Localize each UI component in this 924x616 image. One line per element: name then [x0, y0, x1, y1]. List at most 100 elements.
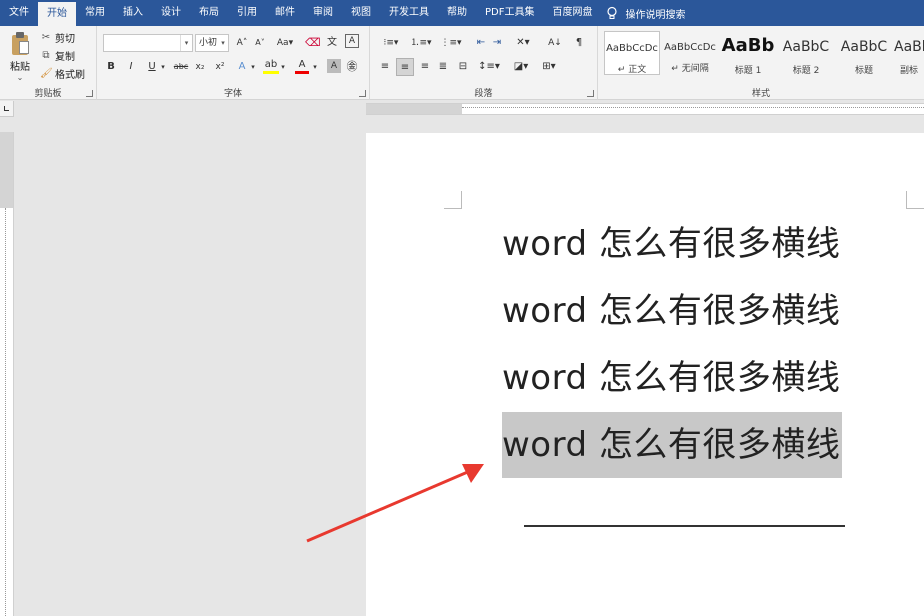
borders-icon[interactable]: ⊞▾	[538, 58, 560, 76]
vertical-ruler[interactable]	[0, 132, 14, 616]
style-name: 标题	[854, 66, 873, 76]
styles-group-label: 样式	[751, 89, 770, 99]
sort-icon[interactable]: A↓	[548, 34, 562, 52]
horizontal-ruler[interactable]	[366, 103, 924, 115]
menu-pdf-tools[interactable]: PDF工具集	[476, 0, 543, 26]
font-group: ▾ 小初 ▾ A˄ A˅ Aa▾ ⌫ 文 A B I U ▾ abc x₂ x²…	[97, 26, 370, 100]
document-line[interactable]: word 怎么有很多横线	[502, 345, 840, 411]
document-line-selected[interactable]: word 怎么有很多横线	[502, 412, 843, 478]
menu-file[interactable]: 文件	[0, 0, 38, 26]
dialog-launcher-icon[interactable]	[86, 90, 93, 97]
font-color-icon[interactable]: A	[295, 58, 309, 74]
italic-icon[interactable]: I	[125, 58, 137, 76]
menu-common[interactable]: 常用	[76, 0, 114, 26]
style-sample: AaBbCcDc	[606, 43, 658, 54]
style-sample: AaBb	[894, 39, 924, 55]
clipboard-group: 粘贴 ⌄ ✂ 剪切 ⧉ 复制 🖌 格式刷 剪贴板	[0, 26, 97, 100]
menu-design[interactable]: 设计	[152, 0, 190, 26]
increase-indent-icon[interactable]: ⇥	[490, 34, 504, 52]
paste-button[interactable]: 粘贴 ⌄	[6, 32, 34, 82]
menu-developer[interactable]: 开发工具	[380, 0, 438, 26]
subscript-icon[interactable]: x₂	[193, 58, 207, 76]
chevron-down-icon[interactable]: ▾	[249, 58, 257, 76]
menu-mailings[interactable]: 邮件	[266, 0, 304, 26]
align-center-icon[interactable]: ≡	[396, 58, 414, 76]
style-name: 标题 2	[792, 66, 820, 76]
menu-insert[interactable]: 插入	[114, 0, 152, 26]
enclose-characters-icon[interactable]: ㊎	[345, 58, 359, 76]
text-effects-icon[interactable]: A	[235, 58, 249, 76]
character-border-icon[interactable]: A	[345, 34, 359, 48]
paragraph-group-label: 段落	[474, 89, 493, 99]
menu-view[interactable]: 视图	[342, 0, 380, 26]
chinese-layout-icon[interactable]: ✕▾	[512, 34, 534, 52]
underline-icon[interactable]: U	[145, 58, 159, 76]
dialog-launcher-icon[interactable]	[359, 90, 366, 97]
phonetic-guide-icon[interactable]: 文	[325, 34, 339, 52]
grow-font-icon[interactable]: A˄	[235, 34, 249, 52]
crop-mark	[444, 191, 462, 209]
multilevel-list-icon[interactable]: ⋮≡▾	[440, 34, 462, 52]
dialog-launcher-icon[interactable]	[587, 90, 594, 97]
tell-me-search[interactable]: 操作说明搜索	[605, 6, 685, 21]
paste-icon	[10, 32, 30, 56]
align-right-icon[interactable]: ≡	[418, 58, 432, 76]
change-case-icon[interactable]: Aa▾	[275, 34, 295, 52]
chevron-down-icon[interactable]: ▾	[159, 58, 167, 76]
menu-layout[interactable]: 布局	[190, 0, 228, 26]
line-spacing-icon[interactable]: ↕≡▾	[478, 58, 500, 76]
menu-references[interactable]: 引用	[228, 0, 266, 26]
lightbulb-icon	[605, 6, 619, 20]
paragraph-group: ⁝≡▾ ⒈≡▾ ⋮≡▾ ⇤ ⇥ ✕▾ A↓ ¶ ≡ ≡ ≡ ≣ ⊟ ↕≡▾ ◪▾…	[370, 26, 598, 100]
clear-formatting-icon[interactable]: ⌫	[305, 34, 321, 52]
cut-button[interactable]: ✂ 剪切	[40, 30, 75, 46]
character-shading-icon[interactable]: A	[327, 59, 341, 73]
style-name: ↵ 无间隔	[671, 64, 709, 74]
menu-review[interactable]: 审阅	[304, 0, 342, 26]
menu-help[interactable]: 帮助	[438, 0, 476, 26]
style-title[interactable]: AaBbC 标题	[836, 31, 892, 76]
document-line[interactable]: word 怎么有很多横线	[502, 278, 840, 344]
numbering-icon[interactable]: ⒈≡▾	[410, 34, 432, 52]
font-name-field[interactable]: ▾	[103, 34, 193, 52]
menu-home[interactable]: 开始	[38, 2, 76, 26]
style-normal[interactable]: AaBbCcDc ↵ 正文	[604, 31, 660, 75]
align-left-icon[interactable]: ≡	[378, 58, 392, 76]
copy-label: 复制	[55, 52, 75, 63]
copy-button[interactable]: ⧉ 复制	[40, 48, 75, 64]
style-heading-1[interactable]: AaBb 标题 1	[720, 31, 776, 76]
clipboard-group-label: 剪贴板	[34, 89, 62, 99]
bold-icon[interactable]: B	[105, 58, 117, 76]
strikethrough-icon[interactable]: abc	[173, 58, 189, 76]
font-size-field[interactable]: 小初 ▾	[195, 34, 229, 52]
show-marks-icon[interactable]: ¶	[572, 34, 586, 52]
style-heading-2[interactable]: AaBbC 标题 2	[778, 31, 834, 76]
document-line[interactable]: word 怎么有很多横线	[502, 211, 840, 277]
chevron-down-icon[interactable]: ▾	[311, 58, 319, 76]
styles-group: AaBbCcDc ↵ 正文 AaBbCcDc ↵ 无间隔 AaBb 标题 1 A…	[598, 26, 924, 100]
paste-label: 粘贴	[10, 62, 30, 73]
decrease-indent-icon[interactable]: ⇤	[474, 34, 488, 52]
menu-baidu-netdisk[interactable]: 百度网盘	[543, 0, 601, 26]
format-painter-label: 格式刷	[55, 70, 85, 81]
horizontal-rule[interactable]	[524, 525, 845, 527]
chevron-down-icon: ▾	[221, 39, 225, 47]
chevron-down-icon[interactable]: ▾	[279, 58, 287, 76]
brush-icon: 🖌	[40, 67, 53, 79]
scissors-icon: ✂	[41, 31, 51, 43]
style-subtitle[interactable]: AaBb 副标	[894, 31, 924, 76]
superscript-icon[interactable]: x²	[213, 58, 227, 76]
copy-icon: ⧉	[42, 49, 50, 61]
format-painter-button[interactable]: 🖌 格式刷	[40, 66, 85, 82]
font-size-value: 小初	[199, 38, 218, 48]
distributed-icon[interactable]: ⊟	[456, 58, 470, 76]
shrink-font-icon[interactable]: A˅	[253, 34, 267, 52]
tab-selector[interactable]	[0, 101, 14, 117]
cut-label: 剪切	[55, 34, 75, 45]
style-no-spacing[interactable]: AaBbCcDc ↵ 无间隔	[662, 31, 718, 75]
bullets-icon[interactable]: ⁝≡▾	[380, 34, 402, 52]
justify-icon[interactable]: ≣	[436, 58, 450, 76]
highlight-icon[interactable]: ab	[263, 58, 279, 74]
document-page[interactable]: word 怎么有很多横线 word 怎么有很多横线 word 怎么有很多横线 w…	[366, 133, 924, 616]
shading-icon[interactable]: ◪▾	[510, 58, 532, 76]
